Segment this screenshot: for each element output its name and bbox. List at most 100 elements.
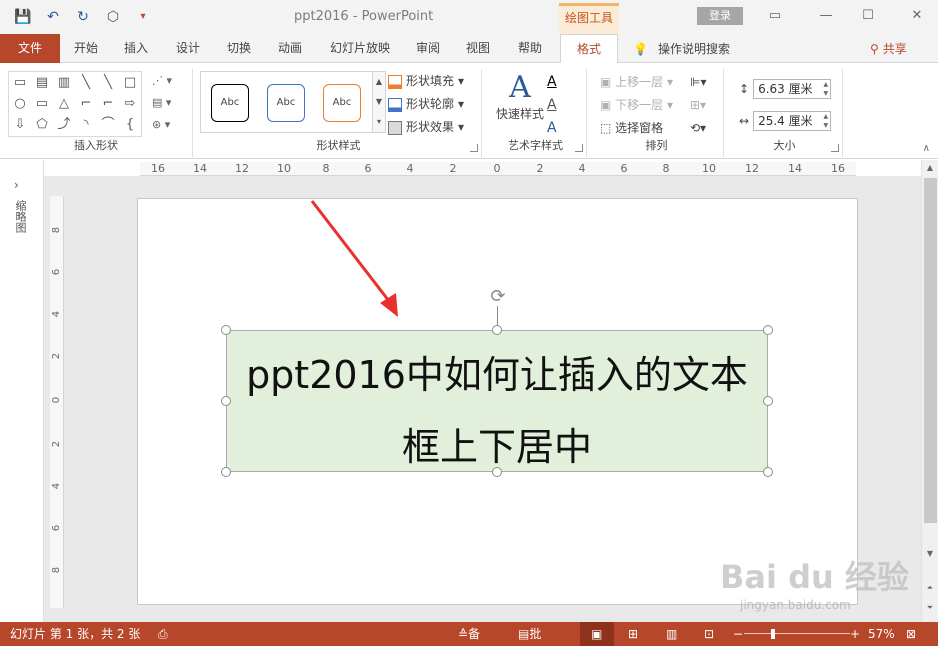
zoom-level[interactable]: 57% <box>868 622 895 646</box>
resize-handle-top[interactable] <box>492 325 502 335</box>
vertical-textbox-shape-icon[interactable]: ▥ <box>54 73 74 93</box>
width-icon: ↔ <box>739 114 750 128</box>
tab-file[interactable]: 文件 <box>0 34 60 63</box>
hruler-tick: 4 <box>578 162 586 175</box>
shape-style-1[interactable]: Abc <box>211 84 249 122</box>
reading-view-icon[interactable]: ▥ <box>666 622 677 646</box>
scroll-down-icon[interactable]: ▼ <box>922 546 938 562</box>
resize-handle-bottom-right[interactable] <box>763 467 773 477</box>
shape-style-3[interactable]: Abc <box>323 84 361 122</box>
ribbon-display-options-icon[interactable]: ▭ <box>763 6 787 26</box>
tab-review[interactable]: 审阅 <box>408 34 448 63</box>
tab-transitions[interactable]: 切换 <box>219 34 259 63</box>
quick-styles-button[interactable]: A 快速样式 <box>495 71 545 122</box>
tab-insert[interactable]: 插入 <box>116 34 156 63</box>
slide-sorter-icon[interactable]: ⊞ <box>628 622 638 646</box>
resize-handle-bottom[interactable] <box>492 467 502 477</box>
tab-design[interactable]: 设计 <box>168 34 208 63</box>
next-slide-icon[interactable]: ⏷ <box>922 600 938 616</box>
square-shape-icon[interactable]: □ <box>120 73 140 93</box>
arrow-line-shape-icon[interactable]: ╲ <box>98 73 118 93</box>
tab-slideshow[interactable]: 幻灯片放映 <box>324 34 396 63</box>
zoom-slider-track[interactable] <box>744 633 850 634</box>
shape-width-input[interactable]: 25.4 厘米 ▲ ▼ <box>753 111 832 131</box>
expand-thumbnails-icon[interactable]: › <box>14 178 19 192</box>
rotate-icon[interactable]: ⟲▾ <box>690 119 706 137</box>
down-arrow-shape-icon[interactable]: ⇩ <box>10 115 30 135</box>
previous-slide-icon[interactable]: ⏶ <box>922 580 938 596</box>
shape-effects-button[interactable]: 形状效果 ▾ <box>388 119 464 136</box>
tab-view[interactable]: 视图 <box>458 34 498 63</box>
collapse-ribbon-icon[interactable]: ∧ <box>923 143 930 154</box>
resize-handle-bottom-left[interactable] <box>221 467 231 477</box>
login-button[interactable]: 登录 <box>697 7 743 25</box>
shape-height-input[interactable]: 6.63 厘米 ▲ ▼ <box>753 79 832 99</box>
close-button[interactable]: ✕ <box>905 6 929 26</box>
tab-format[interactable]: 格式 <box>560 34 618 64</box>
text-outline-icon[interactable]: A <box>547 96 557 115</box>
fit-to-window-icon[interactable]: ⊠ <box>906 622 916 646</box>
textbox-insert-icon[interactable]: ▤ ▾ <box>152 95 172 111</box>
textbox-line-1[interactable]: ppt2016中如何让插入的文本 <box>227 351 767 399</box>
text-fill-icon[interactable]: A <box>547 73 557 92</box>
elbow-connector-shape-icon[interactable]: ⌐ <box>76 94 96 114</box>
width-spinner-icon[interactable]: ▲ ▼ <box>823 112 828 130</box>
group-objects-icon[interactable]: ⊞▾ <box>690 96 706 114</box>
freeform-shape-icon[interactable]: ⌒ <box>98 115 118 135</box>
resize-handle-left[interactable] <box>221 396 231 406</box>
comments-button[interactable]: ▤ 批注 <box>518 622 541 646</box>
customize-qat-icon[interactable]: ▾ <box>134 8 152 26</box>
rotate-handle-icon[interactable]: ⟳ <box>487 286 509 308</box>
zoom-out-icon[interactable]: − <box>733 622 743 646</box>
slideshow-view-icon[interactable]: ⊡ <box>704 622 714 646</box>
edit-shape-icon[interactable]: ⋰ ▾ <box>152 73 172 89</box>
selection-pane-button[interactable]: ⬚ 选择窗格 <box>600 119 673 137</box>
height-spinner-icon[interactable]: ▲ ▼ <box>823 80 828 98</box>
triangle-shape-icon[interactable]: △ <box>54 94 74 114</box>
vertical-scrollbar[interactable]: ▲ ▼ ⏶ ⏷ <box>921 160 938 622</box>
minimize-button[interactable]: — <box>814 6 838 26</box>
selected-textbox[interactable]: ppt2016中如何让插入的文本 框上下居中 <box>226 330 768 472</box>
notes-button[interactable]: ≙ 备注 <box>458 622 480 646</box>
undo-icon[interactable]: ↶ <box>44 8 62 26</box>
rounded-rect-shape-icon[interactable]: ▭ <box>32 94 52 114</box>
resize-handle-top-left[interactable] <box>221 325 231 335</box>
scrollbar-thumb[interactable] <box>924 178 937 523</box>
arc-shape-icon[interactable]: ◝ <box>76 115 96 135</box>
normal-view-button[interactable]: ▣ <box>580 622 614 646</box>
bring-forward-button[interactable]: ▣ 上移一层 ▾ <box>600 73 673 91</box>
zoom-in-icon[interactable]: + <box>850 622 860 646</box>
line-shape-icon[interactable]: ╲ <box>76 73 96 93</box>
tab-home[interactable]: 开始 <box>66 34 106 63</box>
redo-icon[interactable]: ↻ <box>74 8 92 26</box>
align-icon[interactable]: ⊫▾ <box>690 73 706 91</box>
shape-style-2[interactable]: Abc <box>267 84 305 122</box>
pentagon-shape-icon[interactable]: ⬠ <box>32 115 52 135</box>
right-arrow-shape-icon[interactable]: ⇨ <box>120 94 140 114</box>
zoom-slider-knob[interactable] <box>771 629 775 639</box>
maximize-button[interactable]: ☐ <box>856 6 880 26</box>
textbox-line-2[interactable]: 框上下居中 <box>227 423 767 471</box>
text-effects-icon[interactable]: A <box>547 119 557 138</box>
tell-me-search[interactable]: 💡 操作说明搜索 <box>633 40 730 57</box>
present-from-start-icon[interactable]: ⬡ <box>104 8 122 26</box>
shape-fill-button[interactable]: 形状填充 ▾ <box>388 73 464 90</box>
scroll-up-icon[interactable]: ▲ <box>922 160 938 176</box>
save-icon[interactable]: 💾 <box>14 8 32 26</box>
resize-handle-right[interactable] <box>763 396 773 406</box>
curve-shape-icon[interactable]: ⤴ <box>54 115 74 135</box>
merge-shapes-icon[interactable]: ⊛ ▾ <box>152 117 172 133</box>
tab-help[interactable]: 帮助 <box>510 34 550 63</box>
brace-shape-icon[interactable]: { <box>120 115 140 135</box>
shape-style-gallery-scroll[interactable]: ▲ ▼ ▾ <box>372 71 386 133</box>
textbox-shape-icon[interactable]: ▤ <box>32 73 52 93</box>
elbow-arrow-shape-icon[interactable]: ⌐ <box>98 94 118 114</box>
shape-outline-button[interactable]: 形状轮廓 ▾ <box>388 96 464 113</box>
proofing-icon[interactable]: ⎙ <box>158 622 168 646</box>
resize-handle-top-right[interactable] <box>763 325 773 335</box>
rectangle-shape-icon[interactable]: ▭ <box>10 73 30 93</box>
tab-animations[interactable]: 动画 <box>270 34 310 63</box>
share-button[interactable]: ⚲ 共享 <box>870 40 907 57</box>
oval-shape-icon[interactable]: ○ <box>10 94 30 114</box>
send-backward-button[interactable]: ▣ 下移一层 ▾ <box>600 96 673 114</box>
